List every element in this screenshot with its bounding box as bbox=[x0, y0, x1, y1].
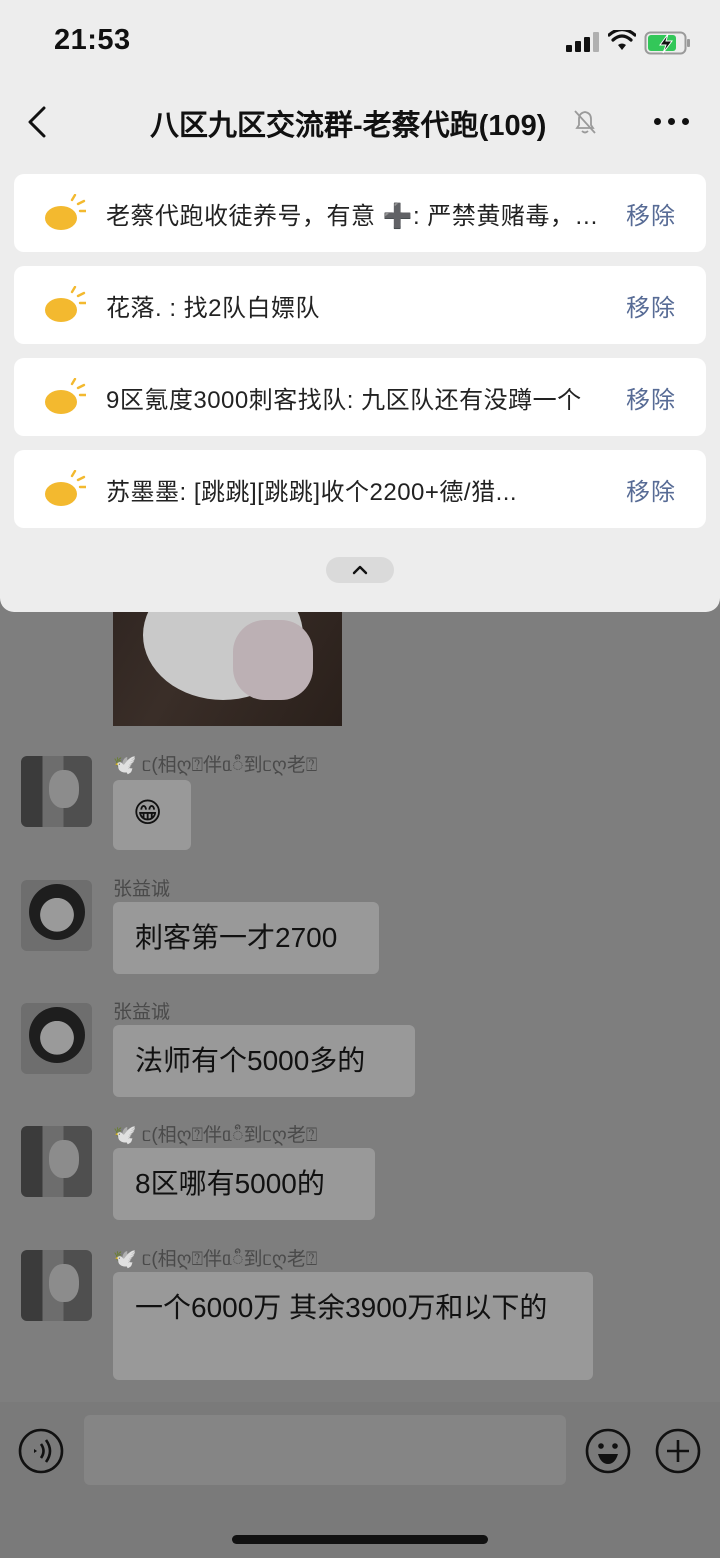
sender-name: 张益诚 bbox=[113, 1002, 171, 1023]
notice-item[interactable]: 9区氪度3000刺客找队: 九区队还有没蹲一个 移除 bbox=[14, 358, 706, 436]
remove-button[interactable]: 移除 bbox=[626, 472, 676, 507]
dog-clothing bbox=[233, 620, 313, 700]
message-bubble[interactable]: 刺客第一才2700 bbox=[113, 902, 379, 974]
remove-button[interactable]: 移除 bbox=[626, 288, 676, 323]
collapse-button[interactable] bbox=[326, 557, 394, 583]
message-input[interactable] bbox=[84, 1415, 566, 1485]
notice-text: 苏墨墨: [跳跳][跳跳]收个2200+德/猎... bbox=[106, 479, 518, 506]
chat-title: 八区九区交流群-老蔡代跑(109) bbox=[150, 110, 547, 142]
status-time: 21:53 bbox=[54, 24, 131, 56]
bulb-icon bbox=[45, 378, 86, 414]
message-bubble[interactable]: 😁 bbox=[113, 780, 191, 850]
message-bubble[interactable]: 一个6000万 其余3900万和以下的 bbox=[113, 1272, 593, 1380]
sender-name: 🕊️ ᥴ(相ღ⍰伴ᥲ◌ᩧ到ᥴღ老⍰ bbox=[113, 1125, 318, 1146]
avatar[interactable] bbox=[21, 1126, 92, 1197]
sender-name: 🕊️ ᥴ(相ღ⍰伴ᥲ◌ᩧ到ᥴღ老⍰ bbox=[113, 755, 318, 776]
voice-icon[interactable] bbox=[17, 1427, 65, 1475]
remove-button[interactable]: 移除 bbox=[626, 196, 676, 231]
avatar[interactable] bbox=[21, 756, 92, 827]
avatar[interactable] bbox=[21, 1250, 92, 1321]
back-icon[interactable] bbox=[24, 104, 54, 140]
notice-text: 花落. : 找2队白嫖队 bbox=[106, 295, 321, 322]
more-icon[interactable] bbox=[652, 112, 692, 132]
avatar[interactable] bbox=[21, 1003, 92, 1074]
wifi-icon bbox=[608, 30, 636, 50]
sender-name: 张益诚 bbox=[113, 879, 171, 900]
notice-drawer: 21:53 八区九区交流群-老蔡代跑(109) 老蔡代跑收徒养号，有意 ➕: 严… bbox=[0, 0, 720, 612]
sender-name: 🕊️ ᥴ(相ღ⍰伴ᥲ◌ᩧ到ᥴღ老⍰ bbox=[113, 1249, 318, 1270]
remove-button[interactable]: 移除 bbox=[626, 380, 676, 415]
battery-icon bbox=[644, 31, 690, 55]
notice-text: 老蔡代跑收徒养号，有意 ➕: 严禁黄赌毒，骗子勿扰 bbox=[106, 203, 606, 230]
chat-header: 八区九区交流群-老蔡代跑(109) bbox=[0, 86, 720, 158]
signal-icon bbox=[566, 32, 599, 52]
home-indicator[interactable] bbox=[232, 1535, 488, 1544]
notice-item[interactable]: 老蔡代跑收徒养号，有意 ➕: 严禁黄赌毒，骗子勿扰 移除 bbox=[14, 174, 706, 252]
message-bubble[interactable]: 8区哪有5000的 bbox=[113, 1148, 375, 1220]
message-bubble[interactable]: 法师有个5000多的 bbox=[113, 1025, 415, 1097]
notice-item[interactable]: 苏墨墨: [跳跳][跳跳]收个2200+德/猎... 移除 bbox=[14, 450, 706, 528]
avatar[interactable] bbox=[21, 880, 92, 951]
notice-text: 9区氪度3000刺客找队: 九区队还有没蹲一个 bbox=[106, 387, 582, 414]
plus-icon[interactable] bbox=[654, 1427, 702, 1475]
bulb-icon bbox=[45, 286, 86, 322]
mute-bell-icon bbox=[574, 110, 596, 134]
bulb-icon bbox=[45, 470, 86, 506]
chevron-up-icon bbox=[352, 565, 368, 575]
status-bar: 21:53 bbox=[0, 0, 720, 86]
bulb-icon bbox=[45, 194, 86, 230]
emoji-icon[interactable] bbox=[584, 1427, 632, 1475]
notice-item[interactable]: 花落. : 找2队白嫖队 移除 bbox=[14, 266, 706, 344]
